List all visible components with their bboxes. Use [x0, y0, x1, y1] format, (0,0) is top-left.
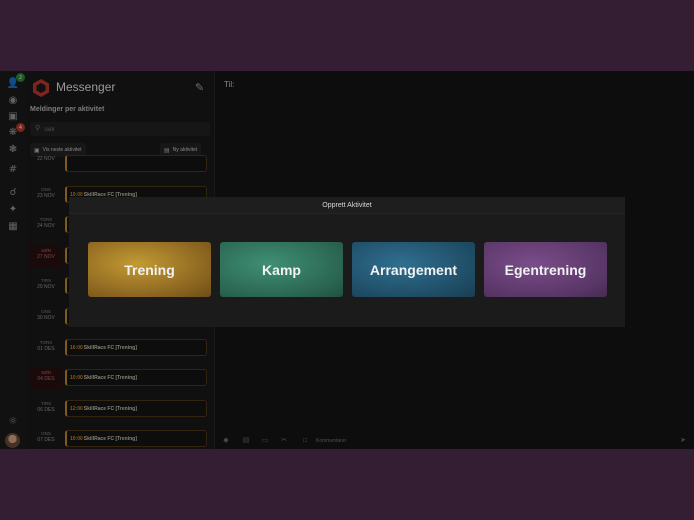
activity-type-trening[interactable]: Trening — [88, 242, 211, 297]
activity-type-arrangement[interactable]: Arrangement — [352, 242, 475, 297]
activity-type-egentrening[interactable]: Egentrening — [484, 242, 607, 297]
create-activity-modal: Opprett Aktivitet Trening Kamp Arrangeme… — [69, 197, 625, 327]
modal-title: Opprett Aktivitet — [69, 197, 625, 214]
app-window: 👤 2 ◉ ▣ ❋ 4 ❃ # ☌ ✦ ▦ ☼ Messenger ✎ Meld… — [0, 71, 694, 449]
activity-type-kamp[interactable]: Kamp — [220, 242, 343, 297]
